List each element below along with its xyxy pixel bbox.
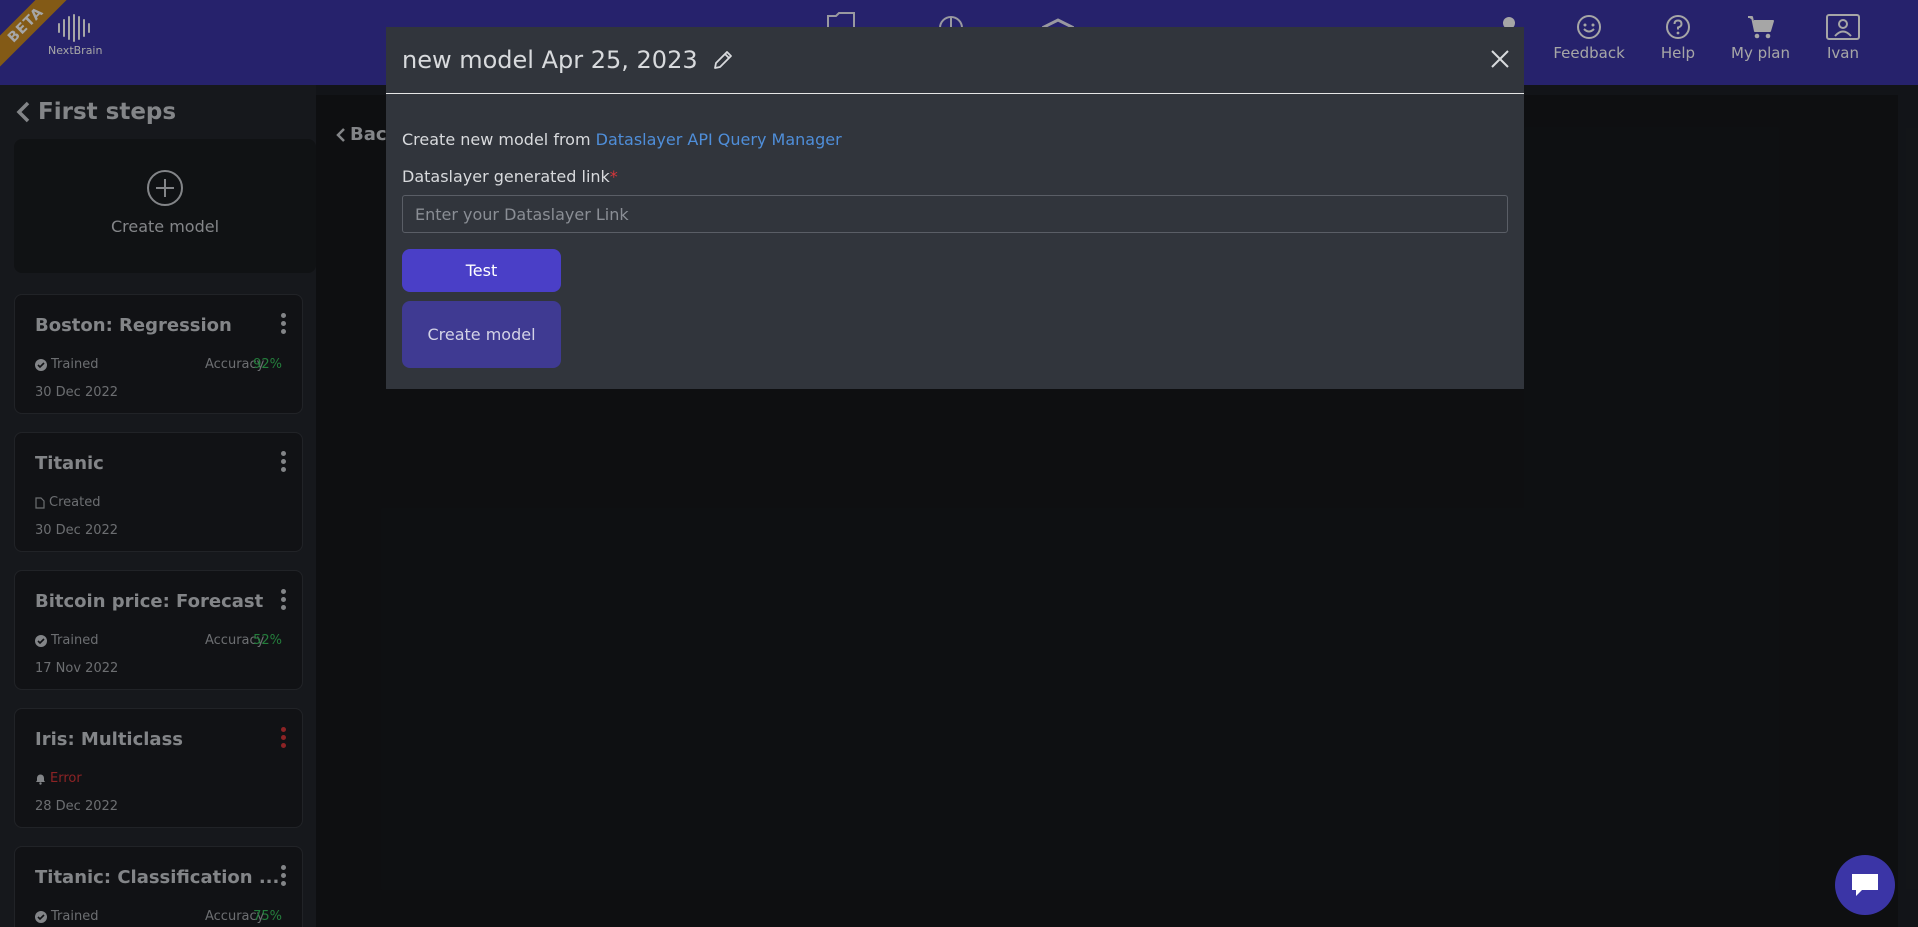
- field-label-text: Dataslayer generated link: [402, 167, 610, 186]
- create-from-text: Create new model from Dataslayer API Que…: [402, 130, 1508, 149]
- modal-header: new model Apr 25, 2023: [386, 27, 1524, 94]
- chat-icon: [1852, 874, 1878, 896]
- new-model-modal: new model Apr 25, 2023 Create new model …: [386, 27, 1524, 389]
- dataslayer-link[interactable]: Dataslayer API Query Manager: [596, 130, 842, 149]
- modal-title: new model Apr 25, 2023: [402, 46, 698, 74]
- required-mark: *: [609, 167, 618, 186]
- chat-button[interactable]: [1835, 855, 1895, 915]
- pencil-icon[interactable]: [712, 49, 734, 71]
- create-from-prefix: Create new model from: [402, 130, 596, 149]
- close-icon[interactable]: [1490, 49, 1510, 69]
- dataslayer-link-input[interactable]: [402, 195, 1508, 233]
- modal-body: Create new model from Dataslayer API Que…: [386, 130, 1524, 368]
- dataslayer-link-label: Dataslayer generated link*: [402, 167, 1508, 186]
- test-button[interactable]: Test: [402, 249, 561, 292]
- create-model-button[interactable]: Create model: [402, 301, 561, 368]
